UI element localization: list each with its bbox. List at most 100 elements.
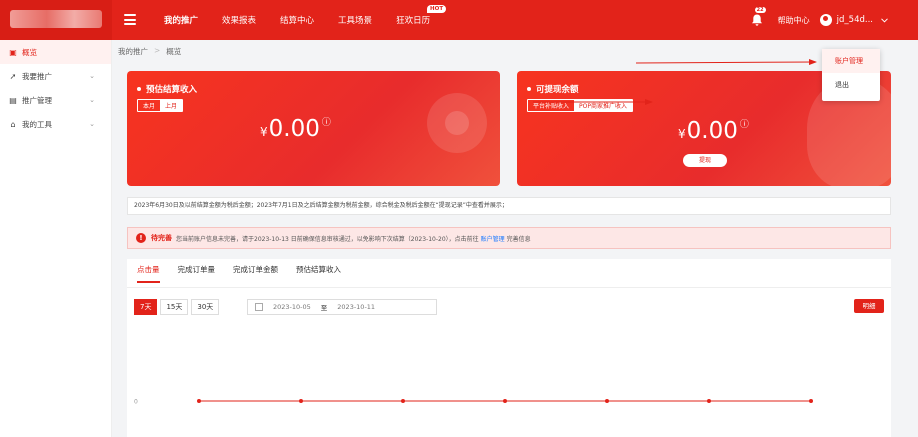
date-end[interactable]: 2023-10-11 (337, 303, 375, 311)
card-title-text: 可提现余额 (536, 85, 579, 95)
chevron-down-icon: ⌄ (89, 96, 95, 104)
period-last-month[interactable]: 上月 (160, 100, 183, 111)
promote-icon: ➚ (9, 71, 17, 81)
nav-my-promotion[interactable]: 我的推广 (164, 14, 198, 26)
nav-tools[interactable]: 工具场景 (338, 14, 372, 26)
nav-calendar[interactable]: 狂欢日历 HOT (396, 5, 447, 26)
data-point[interactable] (503, 399, 507, 403)
breadcrumb-current: 概览 (166, 47, 182, 56)
nav-calendar-label: 狂欢日历 (396, 16, 431, 26)
card-title: 预估结算收入 (137, 83, 197, 95)
amount-value: 0.00 (686, 118, 738, 144)
currency-symbol: ¥ (678, 127, 686, 141)
data-point[interactable] (197, 399, 201, 403)
date-start[interactable]: 2023-10-05 (273, 303, 311, 311)
notification-count: 22 (754, 7, 766, 13)
alert-title: 待完善 (151, 234, 172, 242)
card-title-text: 预估结算收入 (146, 85, 198, 95)
data-point[interactable] (809, 399, 813, 403)
breadcrumb-root[interactable]: 我的推广 (118, 46, 148, 57)
breadcrumb: 我的推广 > 概览 (118, 46, 181, 57)
top-right-tools: 22 帮助中心 jd_54d... (750, 0, 918, 40)
sidebar-item-label: 我的工具 (22, 119, 52, 129)
trend-panel: 点击量 完成订单量 完成订单金额 预估结算收入 7天 15天 30天 2023-… (127, 259, 891, 437)
account-alert: ! 待完善 您当前账户信息未完善，请于2023-10-13 日前确保信息审核通过… (127, 227, 891, 249)
nav-settlement[interactable]: 结算中心 (280, 14, 314, 26)
trend-chart: 0 (134, 399, 813, 406)
withdraw-button[interactable]: 提现 (683, 154, 727, 167)
tabs-divider (127, 287, 891, 288)
y-tick-label: 0 (134, 399, 138, 406)
overview-icon: ▣ (9, 47, 17, 57)
sidebar-item-label: 推广管理 (22, 95, 52, 105)
period-switch: 本月 上月 (137, 99, 184, 112)
date-range-picker[interactable]: 2023-10-05 至 2023-10-11 (247, 299, 437, 315)
user-menu-trigger[interactable]: jd_54d... (819, 14, 888, 26)
account-manage-link[interactable]: 账户管理 (481, 234, 505, 243)
sidebar-item-label: 概览 (22, 47, 37, 57)
tab-estimated-income[interactable]: 预估结算收入 (296, 264, 341, 283)
menu-item-account-manage[interactable]: 账户管理 (822, 49, 880, 73)
user-name: jd_54d... (836, 15, 873, 25)
tab-completed-orders[interactable]: 完成订单量 (178, 264, 216, 283)
sidebar-item-manage[interactable]: ▤ 推广管理 ⌄ (0, 88, 111, 112)
top-bar: 我的推广 效果报表 结算中心 工具场景 狂欢日历 HOT 22 帮助中心 jd_… (0, 0, 918, 40)
data-point[interactable] (401, 399, 405, 403)
range-30-days[interactable]: 30天 (191, 299, 220, 315)
chevron-down-icon: ⌄ (89, 120, 95, 128)
coin-decoration (445, 111, 469, 135)
income-type-switch: 平台补贴收入 POP商家推广收入 (527, 99, 633, 112)
platform-subsidy-tab[interactable]: 平台补贴收入 (528, 100, 574, 111)
range-15-days[interactable]: 15天 (160, 299, 189, 315)
estimated-income-card: 预估结算收入 本月 上月 ¥0.00 ⓘ (127, 71, 500, 186)
tax-notice: 2023年6月30日及以前结算金额为税后金额；2023年7月1日及之后结算金额为… (127, 197, 891, 215)
sidebar-item-tools[interactable]: ⌂ 我的工具 ⌄ (0, 112, 111, 136)
arrow-to-account-menu (635, 59, 817, 66)
manage-icon: ▤ (9, 95, 17, 105)
user-dropdown-menu: 账户管理 退出 (822, 49, 880, 101)
info-icon[interactable]: ⓘ (322, 118, 331, 128)
hot-badge: HOT (427, 5, 447, 13)
dot-icon (527, 87, 531, 91)
help-center-link[interactable]: 帮助中心 (778, 15, 810, 26)
info-icon[interactable]: ⓘ (740, 120, 749, 130)
detail-button[interactable]: 明细 (854, 299, 884, 313)
tab-clicks[interactable]: 点击量 (137, 264, 160, 283)
data-point[interactable] (299, 399, 303, 403)
menu-toggle-icon[interactable] (124, 14, 136, 25)
estimated-amount: ¥0.00 ⓘ (260, 115, 331, 142)
menu-item-logout[interactable]: 退出 (822, 73, 880, 97)
dot-icon (137, 87, 141, 91)
logo (10, 10, 102, 28)
range-selector: 7天 15天 30天 (134, 299, 222, 315)
chevron-down-icon (881, 17, 888, 23)
sidebar: ▣ 概览 ➚ 我要推广 ⌄ ▤ 推广管理 ⌄ ⌂ 我的工具 ⌄ (0, 40, 112, 437)
period-this-month[interactable]: 本月 (138, 100, 160, 111)
range-7-days[interactable]: 7天 (134, 299, 158, 315)
balance-amount: ¥0.00 ⓘ (678, 117, 749, 144)
chevron-down-icon: ⌄ (89, 72, 95, 80)
nav-reports[interactable]: 效果报表 (222, 14, 256, 26)
calendar-icon (255, 303, 263, 311)
sidebar-item-overview[interactable]: ▣ 概览 (0, 40, 111, 64)
date-separator: 至 (320, 304, 328, 312)
alert-text-after: 完善信息 (506, 235, 531, 243)
logo-area[interactable] (0, 0, 112, 40)
pop-merchant-tab[interactable]: POP商家推广收入 (574, 100, 632, 111)
breadcrumb-separator: > (154, 46, 161, 55)
card-title: 可提现余额 (527, 83, 579, 95)
metric-tabs: 点击量 完成订单量 完成订单金额 预估结算收入 (137, 264, 359, 283)
bell-icon[interactable]: 22 (750, 7, 766, 27)
tools-icon: ⌂ (10, 119, 16, 129)
currency-symbol: ¥ (260, 125, 268, 139)
amount-value: 0.00 (268, 116, 320, 142)
sidebar-item-promote[interactable]: ➚ 我要推广 ⌄ (0, 64, 111, 88)
tab-order-amount[interactable]: 完成订单金额 (233, 264, 278, 283)
data-point[interactable] (707, 399, 711, 403)
warning-icon: ! (136, 233, 146, 243)
alert-text: 您当前账户信息未完善，请于2023-10-13 日前确保信息审核通过，以免影响下… (176, 235, 479, 243)
user-avatar-icon (819, 14, 832, 26)
sidebar-item-label: 我要推广 (22, 71, 52, 81)
main-nav: 我的推广 效果报表 结算中心 工具场景 狂欢日历 HOT (164, 0, 454, 40)
data-point[interactable] (605, 399, 609, 403)
